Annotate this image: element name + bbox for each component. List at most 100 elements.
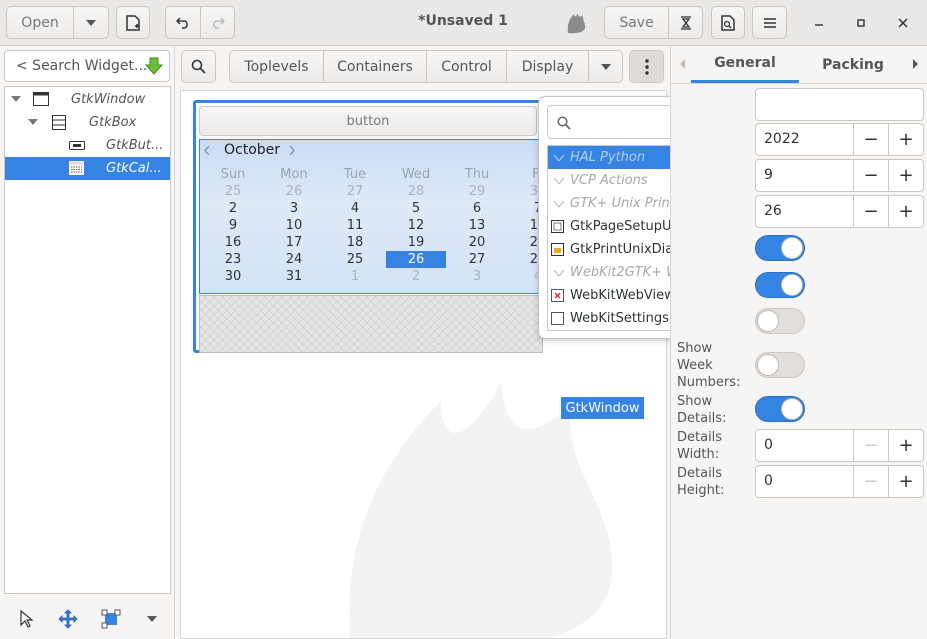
switch-knob: [781, 398, 803, 420]
calendar-day[interactable]: 29: [447, 183, 507, 200]
tab-general[interactable]: General: [691, 46, 799, 83]
gtkwindow-preview[interactable]: button October SunMonTueWedThuFr25262728…: [193, 100, 546, 353]
properties-pane: General Packing 2022 − + 9 − + 26 − + Sh…: [670, 46, 927, 639]
calendar-day[interactable]: 10: [264, 217, 324, 234]
calendar-day[interactable]: 5: [386, 200, 446, 217]
button-widget-label: button: [346, 113, 390, 129]
calendar-day[interactable]: 12: [386, 217, 446, 234]
month-decrement-button[interactable]: −: [853, 160, 888, 191]
main-menu-button[interactable]: [752, 6, 787, 39]
year-spin[interactable]: 2022 − +: [755, 123, 924, 156]
calendar-day[interactable]: 11: [325, 217, 385, 234]
tab-containers[interactable]: Containers: [323, 50, 427, 83]
calendar-day[interactable]: 25: [325, 251, 385, 268]
day-increment-button[interactable]: +: [888, 196, 923, 227]
redo-button[interactable]: [200, 6, 235, 39]
close-button[interactable]: [892, 12, 914, 34]
toggle-switch-3[interactable]: [755, 308, 805, 334]
save-button[interactable]: Save: [604, 6, 669, 39]
calendar-day[interactable]: 2: [386, 268, 446, 285]
chevron-right-icon[interactable]: [913, 59, 919, 69]
margins-edit-button[interactable]: [98, 606, 124, 632]
calendar-day[interactable]: 3: [264, 200, 324, 217]
tree-row-gtkcalendar[interactable]: GtkCal...: [5, 157, 170, 180]
name-field[interactable]: [755, 88, 924, 121]
calendar-day[interactable]: 18: [325, 234, 385, 251]
next-month-icon[interactable]: [289, 146, 295, 155]
calendar-day[interactable]: 24: [264, 251, 324, 268]
prev-month-icon[interactable]: [204, 146, 210, 155]
maximize-button[interactable]: [850, 12, 872, 34]
calendar-day[interactable]: 3: [447, 268, 507, 285]
calendar-day[interactable]: 30: [203, 268, 263, 285]
day-spin[interactable]: 26 − +: [755, 195, 924, 228]
popover-item-label: WebKitSettings: [570, 311, 669, 326]
calendar-day[interactable]: 16: [203, 234, 263, 251]
calendar-day[interactable]: 19: [386, 234, 446, 251]
new-project-button[interactable]: [116, 6, 150, 39]
calendar-day[interactable]: 6: [447, 200, 507, 217]
calendar-day[interactable]: 2: [203, 200, 263, 217]
save-options-button[interactable]: [668, 6, 703, 39]
selection-mode-button[interactable]: [14, 606, 40, 632]
details-width-label: Details Width:: [677, 430, 723, 462]
calendar-day[interactable]: 26: [264, 183, 324, 200]
chevron-left-icon[interactable]: [680, 59, 686, 69]
open-button[interactable]: Open: [6, 6, 74, 39]
calendar-day[interactable]: 25: [203, 183, 263, 200]
show-week-numbers-label: Show Week Numbers:: [677, 341, 741, 390]
details-height-increment-button[interactable]: +: [888, 466, 923, 497]
open-recent-dropdown[interactable]: [73, 6, 109, 39]
toggle-switch-1[interactable]: [755, 235, 805, 261]
tree-row-gtkbox[interactable]: GtkBox: [5, 111, 170, 134]
drag-resize-mode-button[interactable]: [55, 606, 81, 632]
calendar-day[interactable]: 4: [325, 200, 385, 217]
calendar-day[interactable]: 31: [264, 268, 324, 285]
tab-control[interactable]: Control: [426, 50, 507, 83]
calendar-day[interactable]: 17: [264, 234, 324, 251]
palette-more-dropdown[interactable]: [588, 50, 623, 83]
mode-dropdown[interactable]: [143, 612, 161, 626]
toggle-switch-2[interactable]: [755, 272, 805, 298]
calendar-day[interactable]: 28: [386, 183, 446, 200]
tab-label: Toplevels: [244, 58, 309, 75]
month-spin[interactable]: 9 − +: [755, 159, 924, 192]
details-width-decrement-button[interactable]: −: [853, 430, 888, 461]
tab-display[interactable]: Display: [506, 50, 589, 83]
minimize-button[interactable]: [808, 12, 830, 34]
button-widget-preview[interactable]: button: [199, 106, 537, 136]
extra-palette-button[interactable]: [629, 50, 664, 83]
search-widget-field[interactable]: < Search Widget...: [4, 50, 170, 82]
calendar-day[interactable]: 27: [325, 183, 385, 200]
tree-row-gtkbutton[interactable]: GtkBut...: [5, 134, 170, 157]
details-height-decrement-button[interactable]: −: [853, 466, 888, 497]
calendar-widget-preview[interactable]: October SunMonTueWedThuFr252627282930234…: [199, 139, 546, 294]
tree-row-gtkwindow[interactable]: GtkWindow: [5, 88, 170, 111]
tab-packing[interactable]: Packing: [799, 46, 907, 83]
calendar-day[interactable]: 13: [447, 217, 507, 234]
expander-down-icon[interactable]: [11, 96, 21, 102]
calendar-day[interactable]: 23: [203, 251, 263, 268]
year-decrement-button[interactable]: −: [853, 124, 888, 155]
details-width-spin[interactable]: 0 − +: [755, 429, 924, 462]
palette-search-button[interactable]: [181, 50, 216, 83]
arrow-down-icon[interactable]: [145, 57, 163, 75]
month-increment-button[interactable]: +: [888, 160, 923, 191]
calendar-day[interactable]: 26: [386, 251, 446, 268]
calendar-day[interactable]: 1: [325, 268, 385, 285]
calendar-day[interactable]: 20: [447, 234, 507, 251]
undo-button[interactable]: [165, 6, 201, 39]
show-week-numbers-switch[interactable]: [755, 352, 805, 378]
empty-placeholder[interactable]: [199, 295, 543, 353]
calendar-day[interactable]: 27: [447, 251, 507, 268]
year-value: 2022: [764, 131, 800, 147]
year-increment-button[interactable]: +: [888, 124, 923, 155]
show-details-switch[interactable]: [755, 396, 805, 422]
calendar-day[interactable]: 9: [203, 217, 263, 234]
details-height-spin[interactable]: 0 − +: [755, 465, 924, 498]
preview-button[interactable]: [711, 6, 745, 39]
details-width-increment-button[interactable]: +: [888, 430, 923, 461]
expander-down-icon[interactable]: [28, 119, 38, 125]
day-decrement-button[interactable]: −: [853, 196, 888, 227]
tab-toplevels[interactable]: Toplevels: [229, 50, 324, 83]
